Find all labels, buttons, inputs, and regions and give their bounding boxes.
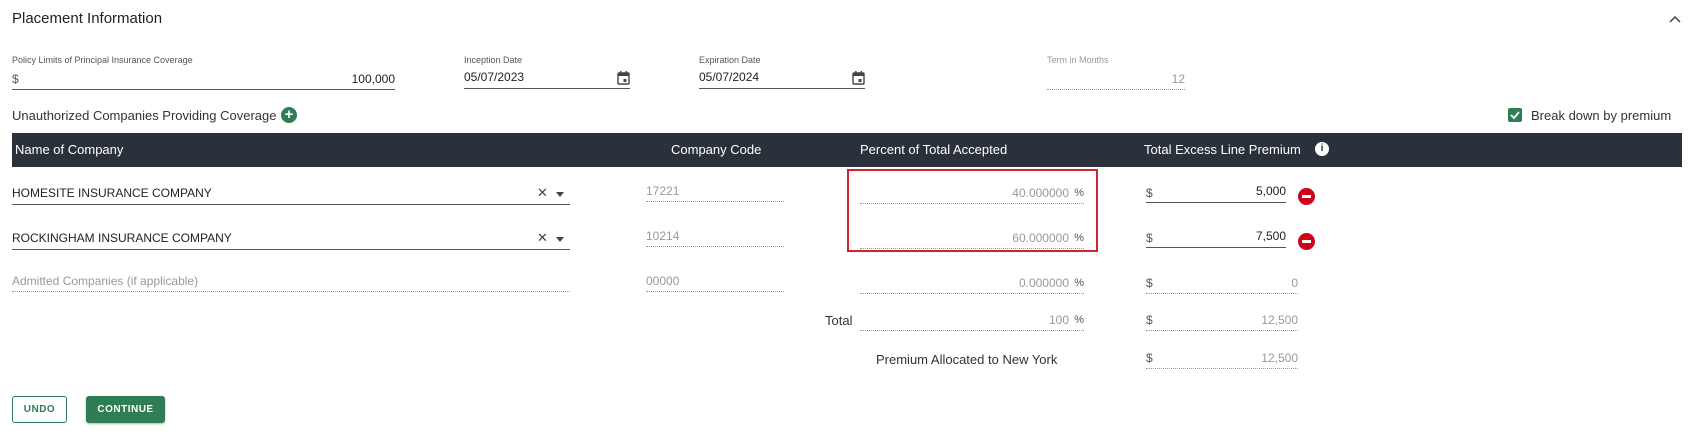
currency-symbol: $ <box>1146 231 1153 245</box>
undo-button[interactable]: UNDO <box>12 396 67 423</box>
currency-symbol: $ <box>1146 313 1153 327</box>
ny-premium-label: Premium Allocated to New York <box>876 352 1058 367</box>
total-label: Total <box>825 313 853 328</box>
company-code: 10214 <box>646 229 680 243</box>
check-icon <box>1510 111 1520 120</box>
company-select[interactable]: ROCKINGHAM INSURANCE COMPANY ✕ <box>12 228 570 250</box>
inception-date-value: 05/07/2023 <box>464 70 525 84</box>
clear-icon[interactable]: ✕ <box>537 230 548 246</box>
header-company-code: Company Code <box>671 142 762 157</box>
expiration-date-value: 05/07/2024 <box>699 70 760 84</box>
premium-field[interactable]: $ 5,000 <box>1146 184 1286 203</box>
company-name: ROCKINGHAM INSURANCE COMPANY <box>12 231 232 245</box>
company-code: 00000 <box>646 274 680 288</box>
admitted-placeholder: Admitted Companies (if applicable) <box>12 274 199 288</box>
remove-row-icon[interactable] <box>1298 233 1315 250</box>
percent-sign: % <box>1074 314 1084 326</box>
calendar-icon[interactable] <box>617 71 630 85</box>
policy-limits-value: 100,000 <box>351 72 395 86</box>
continue-button[interactable]: CONTINUE <box>86 396 165 423</box>
term-months-label: Term in Months <box>1047 55 1109 65</box>
currency-symbol: $ <box>1146 276 1153 290</box>
policy-limits-label: Policy Limits of Principal Insurance Cov… <box>12 55 193 65</box>
total-premium-value: 12,500 <box>1261 313 1298 327</box>
unauthorized-companies-label: Unauthorized Companies Providing Coverag… <box>12 108 277 123</box>
header-excess-premium: Total Excess Line Premium <box>1144 142 1301 157</box>
expiration-date-label: Expiration Date <box>699 55 761 65</box>
premium-value: 0 <box>1291 276 1298 290</box>
ny-premium-value: 12,500 <box>1261 351 1298 365</box>
company-name: HOMESITE INSURANCE COMPANY <box>12 186 212 200</box>
add-company-icon[interactable]: + <box>281 107 297 123</box>
premium-field[interactable]: $ 7,500 <box>1146 229 1286 248</box>
inception-date-label: Inception Date <box>464 55 523 65</box>
term-months-field: 12 <box>1047 72 1185 90</box>
breakdown-label: Break down by premium <box>1531 108 1672 123</box>
header-company-name: Name of Company <box>15 142 124 157</box>
info-icon[interactable]: i <box>1315 142 1329 156</box>
policy-limits-field[interactable]: $ 100,000 <box>12 72 395 90</box>
clear-icon[interactable]: ✕ <box>537 185 548 201</box>
remove-row-icon[interactable] <box>1298 188 1315 205</box>
inception-date-field[interactable]: 05/07/2023 <box>464 70 630 89</box>
ny-premium-field: $ 12,500 <box>1146 349 1298 369</box>
highlight-box <box>847 169 1098 252</box>
company-code: 17221 <box>646 184 680 198</box>
percent-field: 0.000000 % <box>860 274 1084 294</box>
section-title: Placement Information <box>12 10 163 27</box>
admitted-company-field[interactable]: Admitted Companies (if applicable) <box>12 272 570 292</box>
chevron-down-icon[interactable] <box>556 237 564 242</box>
percent-value: 0.000000 <box>1018 276 1069 290</box>
expiration-date-field[interactable]: 05/07/2024 <box>699 70 865 89</box>
company-code-field: 10214 <box>646 228 784 247</box>
chevron-up-icon[interactable] <box>1668 12 1682 26</box>
company-select[interactable]: HOMESITE INSURANCE COMPANY ✕ <box>12 183 570 205</box>
premium-field: $ 0 <box>1146 274 1298 294</box>
total-premium-field: $ 12,500 <box>1146 311 1298 331</box>
header-percent-accepted: Percent of Total Accepted <box>860 142 1008 157</box>
currency-symbol: $ <box>12 72 19 86</box>
company-code-field: 00000 <box>646 273 784 292</box>
company-code-field: 17221 <box>646 183 784 202</box>
currency-symbol: $ <box>1146 186 1153 200</box>
table-header <box>12 133 1682 167</box>
currency-symbol: $ <box>1146 351 1153 365</box>
term-months-value: 12 <box>1171 72 1185 86</box>
breakdown-checkbox[interactable] <box>1508 108 1522 122</box>
calendar-icon[interactable] <box>852 71 865 85</box>
total-percent-field: 100 % <box>860 311 1084 331</box>
total-percent-value: 100 <box>1048 313 1069 327</box>
percent-sign: % <box>1074 277 1084 289</box>
chevron-down-icon[interactable] <box>556 192 564 197</box>
premium-value: 7,500 <box>1255 229 1286 243</box>
premium-value: 5,000 <box>1255 184 1286 198</box>
